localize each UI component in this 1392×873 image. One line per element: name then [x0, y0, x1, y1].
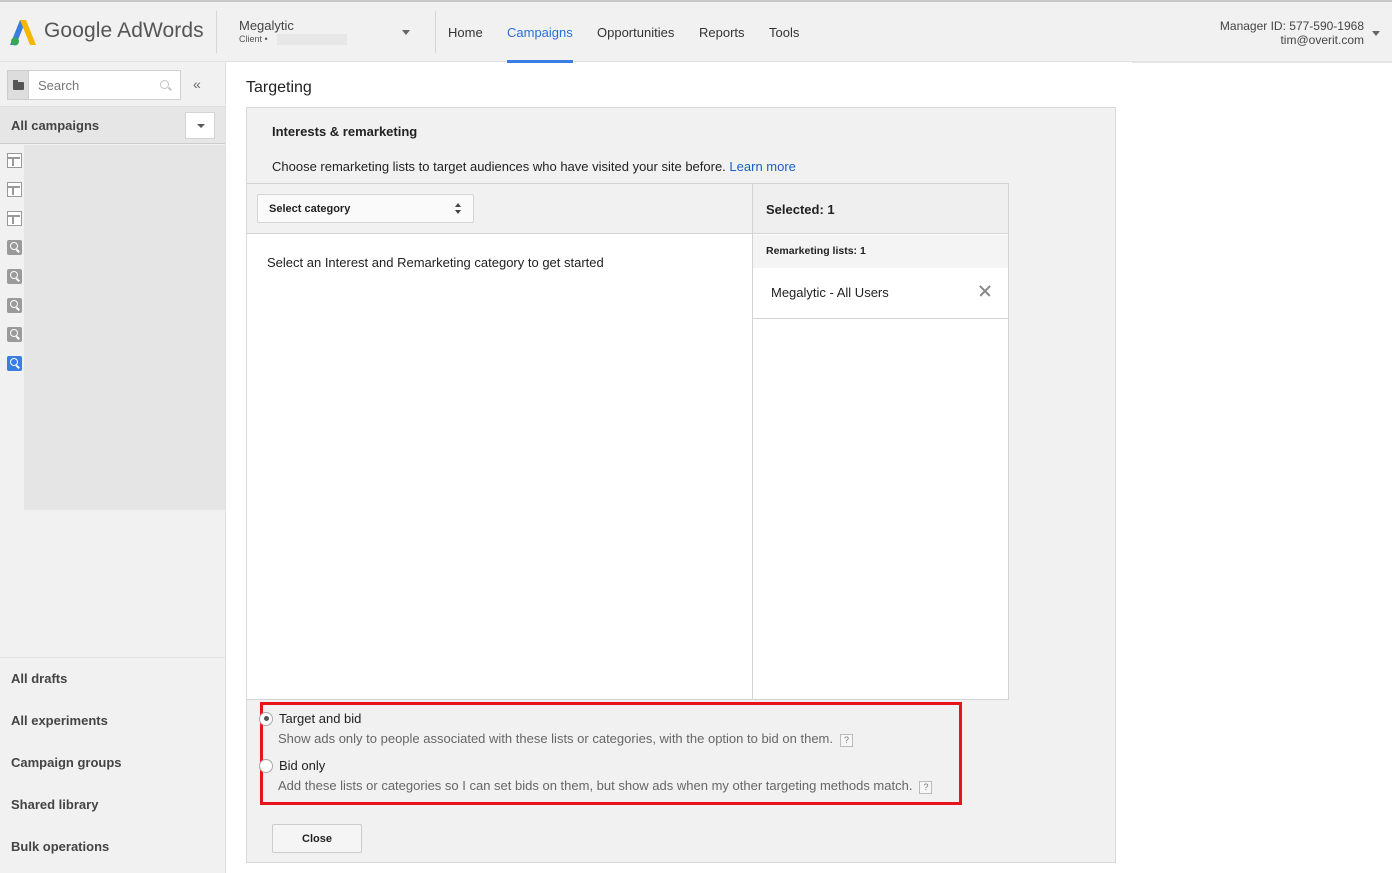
- section-title: Interests & remarketing: [272, 124, 418, 139]
- top-bar: Google AdWords Megalytic Client • Home C…: [0, 0, 1392, 63]
- collapse-sidebar-icon[interactable]: «: [193, 76, 201, 92]
- account-chevron-down-icon[interactable]: [402, 30, 410, 35]
- search-campaign-icon[interactable]: [7, 327, 22, 342]
- nav-tools[interactable]: Tools: [769, 25, 799, 40]
- sidebar-link-all-experiments[interactable]: All experiments: [11, 713, 108, 728]
- all-campaigns-row[interactable]: All campaigns: [0, 106, 225, 144]
- grid-icon[interactable]: [7, 182, 22, 197]
- help-icon[interactable]: ?: [919, 781, 933, 794]
- learn-more-link[interactable]: Learn more: [729, 159, 795, 174]
- manager-id: Manager ID: 577-590-1968: [1219, 19, 1364, 33]
- search-box: [28, 70, 181, 100]
- targeting-panel: Interests & remarketing Choose remarketi…: [246, 107, 1116, 863]
- nav-home[interactable]: Home: [448, 25, 483, 40]
- active-tab-indicator: [507, 60, 573, 63]
- sidebar: « All campaigns All drafts All experimen…: [0, 62, 226, 873]
- search-campaign-icon[interactable]: [7, 269, 22, 284]
- all-campaigns-label: All campaigns: [11, 118, 100, 133]
- header-divider: [435, 11, 436, 53]
- folder-button[interactable]: [7, 70, 28, 100]
- selected-list-label: Megalytic - All Users: [771, 285, 889, 300]
- sidebar-link-all-drafts[interactable]: All drafts: [11, 671, 67, 686]
- search-campaign-icon[interactable]: [7, 240, 22, 255]
- nav-reports[interactable]: Reports: [699, 25, 745, 40]
- page-title: Targeting: [246, 79, 312, 96]
- radio-button[interactable]: [259, 758, 273, 773]
- help-icon[interactable]: ?: [840, 734, 853, 747]
- radio-label: Bid only: [279, 758, 326, 773]
- selected-list-item: Megalytic - All Users: [753, 268, 1008, 319]
- campaign-tree-panel: [24, 145, 225, 510]
- manager-account-menu[interactable]: Manager ID: 577-590-1968 tim@overit.com: [1220, 19, 1364, 47]
- sidebar-divider: [0, 657, 225, 658]
- search-input[interactable]: [29, 71, 149, 99]
- nav-campaigns[interactable]: Campaigns: [507, 25, 573, 40]
- search-campaign-icon[interactable]: [7, 298, 22, 313]
- grid-icon[interactable]: [7, 153, 22, 168]
- category-select[interactable]: Select category: [257, 194, 474, 223]
- radio-target-and-bid[interactable]: Target and bid: [259, 711, 361, 726]
- remarketing-lists-count: Remarketing lists: 1: [766, 245, 866, 257]
- manager-chevron-down-icon[interactable]: [1372, 31, 1380, 36]
- remove-close-icon[interactable]: [976, 282, 994, 300]
- audience-picker: Select category Select an Interest and R…: [247, 183, 1009, 700]
- up-down-arrows-icon: [455, 203, 463, 215]
- selected-header: Selected: 1: [753, 184, 1008, 234]
- radio-button-checked[interactable]: [259, 711, 273, 726]
- header-divider: [216, 11, 217, 53]
- description-text: Choose remarketing lists to target audie…: [272, 159, 726, 174]
- sidebar-link-bulk-operations[interactable]: Bulk operations: [11, 839, 109, 854]
- folder-icon: [13, 80, 24, 90]
- selected-count: Selected: 1: [766, 202, 835, 217]
- option-description: Add these lists or categories so I can s…: [278, 778, 933, 794]
- brand-name[interactable]: Google AdWords: [44, 19, 204, 43]
- content-divider: [1132, 62, 1392, 63]
- account-name[interactable]: Megalytic: [239, 18, 294, 33]
- picker-left-header: Select category: [247, 184, 753, 234]
- empty-state-message: Select an Interest and Remarketing categ…: [267, 255, 604, 270]
- option-description: Show ads only to people associated with …: [278, 731, 853, 747]
- radio-label: Target and bid: [279, 711, 362, 726]
- remarketing-lists-header: Remarketing lists: 1: [753, 235, 1008, 268]
- account-type: Client •: [239, 34, 268, 44]
- sidebar-link-shared-library[interactable]: Shared library: [11, 797, 98, 812]
- adwords-logo-icon[interactable]: [8, 17, 38, 47]
- grid-icon[interactable]: [7, 211, 22, 226]
- manager-email: tim@overit.com: [1280, 33, 1364, 47]
- close-button[interactable]: Close: [272, 824, 362, 853]
- nav-opportunities[interactable]: Opportunities: [597, 25, 674, 40]
- sidebar-link-campaign-groups[interactable]: Campaign groups: [11, 755, 122, 770]
- radio-bid-only[interactable]: Bid only: [259, 758, 325, 773]
- option-description-text: Show ads only to people associated with …: [278, 731, 833, 746]
- option-description-text: Add these lists or categories so I can s…: [278, 778, 913, 793]
- all-campaigns-dropdown-icon[interactable]: [185, 112, 215, 139]
- search-icon[interactable]: [160, 80, 169, 89]
- category-select-label: Select category: [269, 203, 351, 215]
- section-description: Choose remarketing lists to target audie…: [272, 159, 796, 174]
- account-id-redacted: [277, 34, 347, 45]
- search-campaign-active-icon[interactable]: [7, 356, 22, 371]
